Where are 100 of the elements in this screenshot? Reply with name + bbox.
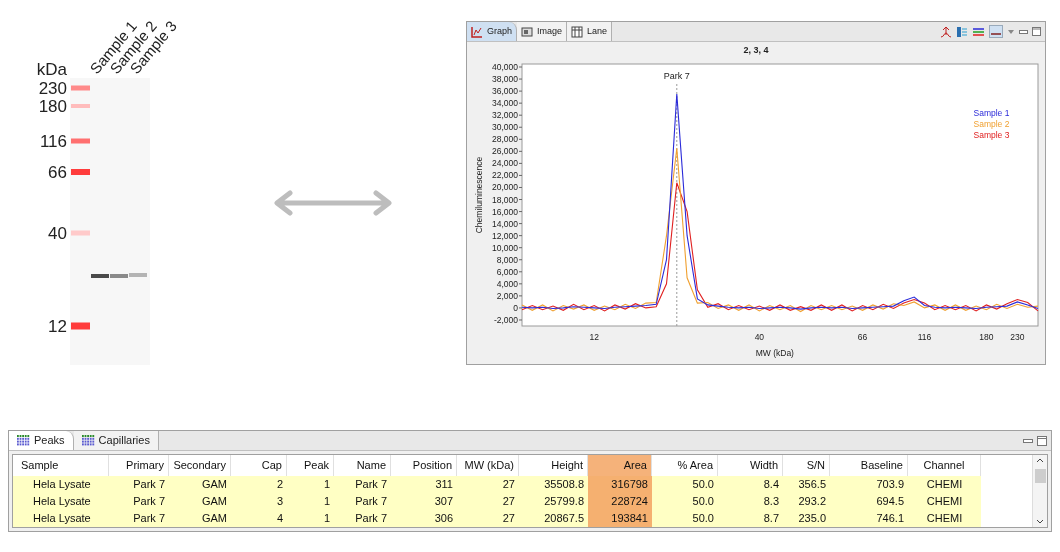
table-cell: 27 (457, 510, 519, 527)
table-cell: 307 (391, 493, 457, 510)
table-cell: 293.2 (783, 493, 830, 510)
legend-entry: Sample 3 (973, 129, 1010, 140)
view-tab[interactable]: Image (517, 22, 568, 41)
maximize-icon[interactable] (1037, 435, 1047, 446)
grid-icon (81, 435, 95, 446)
table-cell: 2 (231, 476, 287, 493)
table-cell: 50.0 (652, 510, 718, 527)
column-header[interactable]: Area (588, 455, 652, 476)
table-cell: 8.3 (718, 493, 783, 510)
ladder-band (71, 322, 90, 330)
table-cell: 50.0 (652, 476, 718, 493)
grid-icon (17, 435, 30, 446)
ladder-label: 116 (39, 132, 67, 151)
legend-entry: Sample 2 (973, 118, 1010, 129)
unit-label: kDa (36, 60, 67, 79)
table-cell: 8.7 (718, 510, 783, 527)
table-cell: CHEMI (908, 476, 981, 493)
y-tick-label: 2,000 (496, 290, 518, 301)
y-tick-label: 24,000 (492, 157, 518, 168)
grid-icon (571, 25, 584, 38)
table-cell: 27 (457, 493, 519, 510)
y-tick-label: 32,000 (492, 109, 518, 120)
table-cell: 356.5 (783, 476, 830, 493)
y-tick-label: -2,000 (493, 314, 518, 325)
x-tick-label: 66 (857, 331, 868, 342)
peak-label: Park 7 (663, 70, 690, 81)
y-tick-label: 14,000 (492, 218, 518, 229)
table-cell: 694.5 (830, 493, 908, 510)
table-cell: GAM (169, 510, 231, 527)
ladder-band (71, 169, 90, 175)
y-tick-label: 12,000 (492, 230, 518, 241)
table-cell: 1 (287, 510, 334, 527)
x-tick-label: 40 (754, 331, 765, 342)
table-tab[interactable]: Capillaries (73, 431, 159, 450)
table-cell: CHEMI (908, 510, 981, 527)
y-tick-label: 16,000 (492, 206, 518, 217)
table-cell: 316798 (588, 476, 652, 493)
y-tick-label: 20,000 (492, 181, 518, 192)
view-tab[interactable]: Lane (567, 22, 613, 41)
scroll-up-icon[interactable] (1036, 457, 1044, 463)
x-axis-title: MW (kDa) (755, 347, 794, 358)
table-cell: 50.0 (652, 493, 718, 510)
ladder-label: 230 (38, 79, 67, 98)
chart-icon (471, 25, 483, 38)
table-cell: 25799.8 (519, 493, 588, 510)
table-cell: 746.1 (830, 510, 908, 527)
list-icon[interactable] (956, 25, 968, 38)
table-cell: Park 7 (334, 476, 391, 493)
y-tick-label: 34,000 (492, 97, 518, 108)
y-tick-label: 10,000 (492, 242, 518, 253)
table-cell: CHEMI (908, 493, 981, 510)
y-tick-label: 26,000 (492, 145, 518, 156)
table-cell: Hela Lysate (13, 493, 109, 510)
y-tick-label: 0 (513, 302, 518, 313)
table-cell: Hela Lysate (13, 510, 109, 527)
legend-entry: Sample 1 (973, 107, 1010, 118)
table-cell: 311 (391, 476, 457, 493)
table-cell: 193841 (588, 510, 652, 527)
table-cell: 27 (457, 476, 519, 493)
x-tick-label: 230 (1010, 331, 1025, 342)
scroll-thumb[interactable] (1034, 469, 1046, 483)
y-tick-label: 18,000 (492, 194, 518, 204)
x-tick-label: 180 (979, 331, 994, 342)
table-tab[interactable]: Peaks (9, 431, 74, 450)
table-cell: Park 7 (334, 510, 391, 527)
ladder-band (71, 230, 90, 236)
maximize-icon[interactable] (1032, 27, 1041, 36)
peak-pick-icon[interactable] (940, 25, 952, 38)
scroll-bar[interactable] (1032, 455, 1047, 527)
y-tick-label: 4,000 (496, 278, 518, 289)
chart-title: 2, 3, 4 (743, 44, 769, 57)
ladder-label: 12 (48, 317, 67, 336)
y-tick-label: 30,000 (492, 121, 518, 132)
view-menu-icon[interactable] (1007, 27, 1015, 36)
image-icon (521, 25, 533, 38)
view-tab[interactable]: Graph (467, 22, 517, 41)
ladder-label: 180 (38, 97, 67, 116)
table-cell: 306 (391, 510, 457, 527)
baseline-icon[interactable] (989, 25, 1003, 38)
legend-lines-icon[interactable] (972, 25, 985, 38)
ladder-band (71, 138, 90, 144)
y-tick-label: 36,000 (492, 85, 518, 96)
y-tick-label: 8,000 (496, 254, 518, 265)
y-axis-title: Chemiluminescence (474, 156, 484, 233)
ladder-band (71, 104, 90, 108)
table-cell: 1 (287, 476, 334, 493)
table-cell: 235.0 (783, 510, 830, 527)
table-cell: 3 (231, 493, 287, 510)
x-tick-label: 12 (589, 331, 599, 342)
table-cell: 1 (287, 493, 334, 510)
scroll-down-icon[interactable] (1036, 519, 1044, 525)
ladder-label: 40 (48, 224, 67, 243)
table-cell: Park 7 (334, 493, 391, 510)
ladder-band (71, 85, 90, 91)
table-cell: 4 (231, 510, 287, 527)
y-tick-label: 40,000 (492, 61, 518, 72)
table-cell: 228724 (588, 493, 652, 510)
table-cell: Park 7 (109, 510, 169, 527)
